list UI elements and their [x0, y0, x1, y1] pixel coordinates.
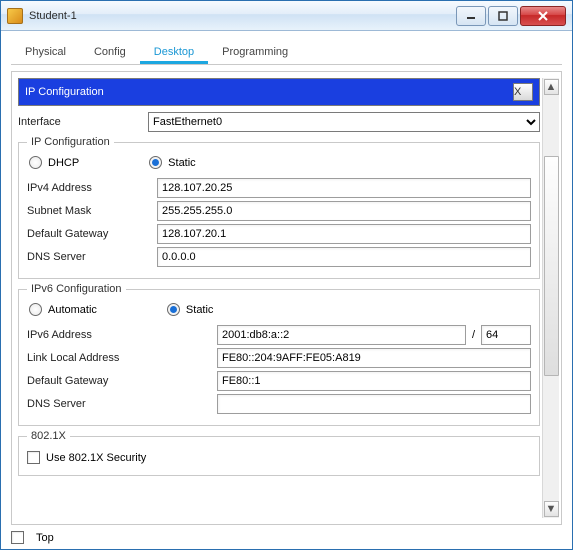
interface-select[interactable]: FastEthernet0: [148, 112, 540, 132]
tab-desktop[interactable]: Desktop: [140, 41, 208, 64]
ipv6-fieldset: IPv6 Configuration Automatic Static IPv6…: [18, 283, 540, 426]
ipv6-dns-row: DNS Server: [27, 394, 531, 414]
ipv4-dns-label: DNS Server: [27, 251, 157, 263]
chevron-up-icon: ▲: [546, 81, 557, 93]
ipv4-dhcp-label: DHCP: [48, 157, 79, 169]
ipv4-gateway-input[interactable]: [157, 224, 531, 244]
client-area: Physical Config Desktop Programming IP C…: [1, 31, 572, 549]
ipv6-dns-label: DNS Server: [27, 398, 217, 410]
ipv6-linklocal-label: Link Local Address: [27, 352, 217, 364]
ipv6-static-option[interactable]: Static: [167, 303, 214, 316]
tab-config[interactable]: Config: [80, 41, 140, 64]
close-button[interactable]: [520, 6, 566, 26]
ipv4-address-input[interactable]: [157, 178, 531, 198]
ipv4-address-row: IPv4 Address: [27, 178, 531, 198]
interface-label: Interface: [18, 116, 148, 128]
ipv6-dns-input[interactable]: [217, 394, 531, 414]
minimize-button[interactable]: [456, 6, 486, 26]
ipv6-linklocal-row: Link Local Address: [27, 348, 531, 368]
window-title: Student-1: [29, 10, 454, 22]
scroll-up-button[interactable]: ▲: [544, 79, 559, 95]
ipv6-auto-option[interactable]: Automatic: [29, 303, 97, 316]
scroll-thumb[interactable]: [544, 156, 559, 376]
ipv6-auto-label: Automatic: [48, 304, 97, 316]
ipv6-prefix-sep: /: [466, 329, 481, 341]
ipv4-mask-label: Subnet Mask: [27, 205, 157, 217]
app-window: Student-1 Physical Config Desktop Progra…: [0, 0, 573, 550]
chevron-down-icon: ▼: [546, 503, 557, 515]
ipv4-dns-input[interactable]: [157, 247, 531, 267]
ipv6-address-row: IPv6 Address /: [27, 325, 531, 345]
minimize-icon: [466, 11, 476, 21]
radio-icon: [29, 156, 42, 169]
app-icon: [7, 8, 23, 24]
ipv6-mode-row: Automatic Static: [27, 301, 531, 322]
maximize-icon: [498, 11, 508, 21]
ipv4-mode-row: DHCP Static: [27, 154, 531, 175]
top-checkbox[interactable]: [11, 531, 24, 544]
ipv4-address-label: IPv4 Address: [27, 182, 157, 194]
ipv4-gateway-row: Default Gateway: [27, 224, 531, 244]
scroll-track[interactable]: [544, 96, 559, 500]
ipv6-gateway-label: Default Gateway: [27, 375, 217, 387]
vertical-scrollbar[interactable]: ▲ ▼: [542, 78, 559, 518]
ipv6-legend: IPv6 Configuration: [27, 283, 126, 295]
maximize-button[interactable]: [488, 6, 518, 26]
scroll-down-button[interactable]: ▼: [544, 501, 559, 517]
radio-selected-icon: [167, 303, 180, 316]
dialog-close-label: X: [514, 86, 532, 98]
radio-icon: [29, 303, 42, 316]
panel-content: IP Configuration X Interface FastEtherne…: [18, 78, 542, 518]
dot1x-use-checkbox[interactable]: [27, 451, 40, 464]
ipv6-gateway-input[interactable]: [217, 371, 531, 391]
ipv6-linklocal-input[interactable]: [217, 348, 531, 368]
ipv6-address-label: IPv6 Address: [27, 329, 217, 341]
radio-selected-icon: [149, 156, 162, 169]
ipv4-fieldset: IP Configuration DHCP Static IPv4 Addres…: [18, 136, 540, 279]
interface-row: Interface FastEthernet0: [18, 112, 540, 132]
tab-bar: Physical Config Desktop Programming: [11, 39, 562, 65]
top-label: Top: [36, 532, 54, 544]
ipv4-dns-row: DNS Server: [27, 247, 531, 267]
ipv4-mask-row: Subnet Mask: [27, 201, 531, 221]
dot1x-legend: 802.1X: [27, 430, 70, 442]
ipv4-gateway-label: Default Gateway: [27, 228, 157, 240]
footer: Top: [11, 531, 562, 544]
ipv4-static-label: Static: [168, 157, 196, 169]
ipv6-prefix-input[interactable]: [481, 325, 531, 345]
window-buttons: [454, 6, 566, 26]
ipv6-address-input[interactable]: [217, 325, 466, 345]
tab-physical[interactable]: Physical: [11, 41, 80, 64]
ipv6-static-label: Static: [186, 304, 214, 316]
ipv4-static-option[interactable]: Static: [149, 156, 196, 169]
ipv4-legend: IP Configuration: [27, 136, 114, 148]
dot1x-fieldset: 802.1X Use 802.1X Security: [18, 430, 540, 476]
dot1x-use-row: Use 802.1X Security: [27, 451, 531, 464]
close-icon: [538, 11, 548, 21]
panel: IP Configuration X Interface FastEtherne…: [11, 71, 562, 525]
ipv4-dhcp-option[interactable]: DHCP: [29, 156, 79, 169]
ipv4-mask-input[interactable]: [157, 201, 531, 221]
tab-programming[interactable]: Programming: [208, 41, 302, 64]
dialog-title: IP Configuration: [25, 86, 513, 98]
dialog-close-button[interactable]: X: [513, 83, 533, 101]
ipv6-gateway-row: Default Gateway: [27, 371, 531, 391]
titlebar[interactable]: Student-1: [1, 1, 572, 31]
dialog-titlebar: IP Configuration X: [18, 78, 540, 106]
dot1x-use-label: Use 802.1X Security: [46, 452, 146, 464]
